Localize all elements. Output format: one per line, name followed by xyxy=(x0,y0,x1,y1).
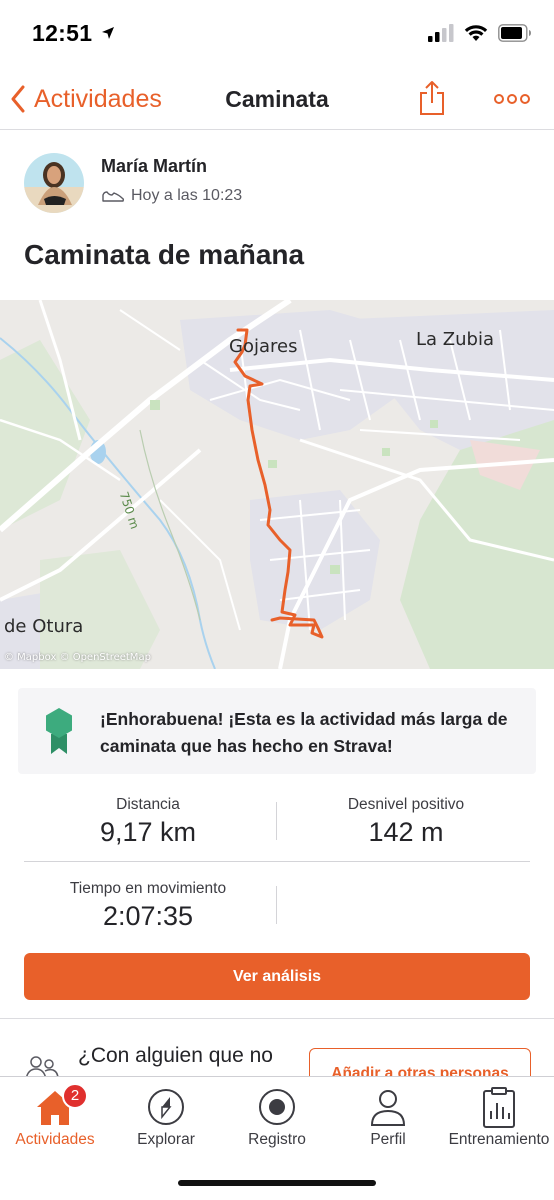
moving-time-label: Tiempo en movimiento xyxy=(69,880,227,897)
stat-divider xyxy=(276,886,277,924)
elevation-label: Desnivel positivo xyxy=(347,796,465,813)
companions-question: ¿Con alguien que no xyxy=(78,1044,273,1067)
training-clipboard-icon xyxy=(483,1087,515,1128)
status-time: 12:51 xyxy=(32,20,115,47)
tab-training[interactable]: Entrenamiento xyxy=(444,1077,554,1157)
athlete-name[interactable]: María Martín xyxy=(101,156,207,177)
distance-value: 9,17 km xyxy=(99,817,197,847)
location-arrow-icon xyxy=(102,27,115,39)
profile-icon xyxy=(370,1090,406,1126)
map-label-town: La Zubia xyxy=(416,329,494,350)
activity-timestamp: Hoy a las 10:23 xyxy=(131,187,243,204)
ellipsis-icon xyxy=(494,94,530,104)
distance-label: Distancia xyxy=(116,796,180,813)
moving-time-value: 2:07:35 xyxy=(102,901,194,931)
tab-profile[interactable]: Perfil xyxy=(333,1077,443,1157)
stat-divider xyxy=(276,802,277,840)
tab-activities[interactable]: 2 Actividades xyxy=(0,1077,110,1157)
tab-record[interactable]: Registro xyxy=(222,1077,332,1157)
map-label-town: de Otura xyxy=(4,616,84,637)
elevation-value: 142 m xyxy=(368,817,444,847)
activity-meta: Hoy a las 10:23 xyxy=(101,187,242,205)
avatar[interactable] xyxy=(24,153,84,213)
status-indicators xyxy=(428,24,532,42)
tab-explore[interactable]: Explorar xyxy=(111,1077,221,1157)
tab-label: Perfil xyxy=(370,1131,406,1148)
home-indicator xyxy=(178,1180,376,1186)
wifi-icon xyxy=(464,25,488,41)
signal-icon xyxy=(428,24,454,42)
tab-label: Entrenamiento xyxy=(448,1131,550,1148)
section-divider xyxy=(0,1018,554,1019)
notification-badge: 2 xyxy=(62,1083,88,1109)
back-label: Actividades xyxy=(34,84,162,113)
battery-icon xyxy=(498,24,531,42)
tab-label: Actividades xyxy=(15,1131,95,1148)
activity-title: Caminata de mañana xyxy=(24,239,305,270)
share-icon xyxy=(420,81,444,115)
compass-icon xyxy=(148,1089,184,1125)
more-options-button[interactable] xyxy=(494,92,530,106)
map-label-town: Gojares xyxy=(229,336,298,357)
achievement-banner: ¡Enhorabuena! ¡Esta es la actividad más … xyxy=(18,688,536,774)
tab-label: Explorar xyxy=(137,1131,195,1148)
view-analysis-button[interactable]: Ver análisis xyxy=(24,953,530,1000)
chevron-left-icon xyxy=(11,85,25,113)
navigation-bar: Actividades Caminata xyxy=(0,70,554,130)
share-button[interactable] xyxy=(418,80,446,116)
walking-shoe-icon xyxy=(102,191,125,202)
back-button[interactable]: Actividades xyxy=(10,82,162,116)
record-icon xyxy=(259,1089,295,1125)
status-bar: 12:51 xyxy=(0,0,554,70)
route-map[interactable]: Gojares La Zubia de Otura 750 m © Mapbox… xyxy=(0,300,554,669)
achievement-text: ¡Enhorabuena! ¡Esta es la actividad más … xyxy=(100,709,508,756)
tab-label: Registro xyxy=(248,1131,306,1148)
clock: 12:51 xyxy=(32,20,93,46)
map-attribution[interactable]: © Mapbox © OpenStreetMap xyxy=(4,652,151,663)
avatar-photo xyxy=(24,153,84,213)
stat-divider xyxy=(24,861,530,862)
achievement-badge-icon xyxy=(46,708,72,754)
